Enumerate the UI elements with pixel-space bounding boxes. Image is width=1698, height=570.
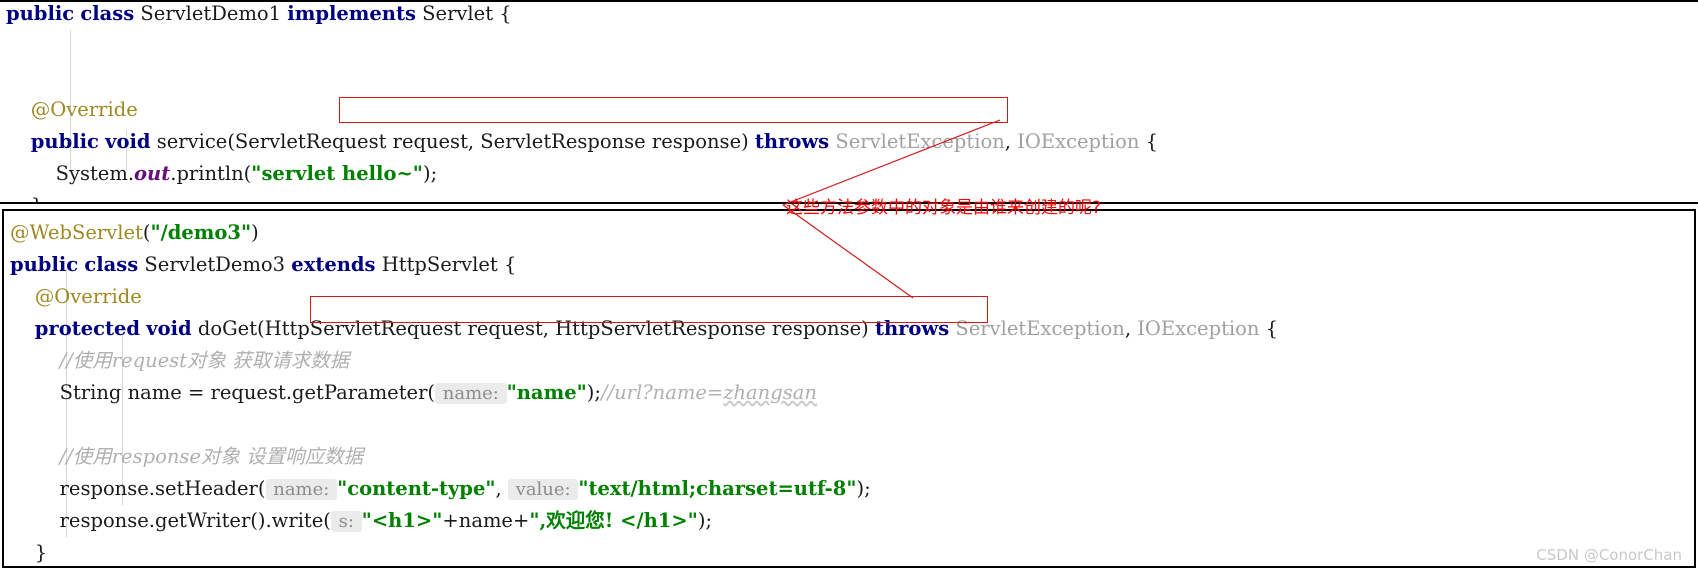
- code-line[interactable]: //使用request对象 获取请求数据: [10, 345, 1694, 377]
- code-token: @Override: [10, 285, 142, 308]
- code-token: ServletDemo3: [138, 253, 292, 276]
- code-token: void: [105, 130, 151, 153]
- code-panel-bottom[interactable]: @WebServlet("/demo3") public class Servle…: [2, 209, 1696, 568]
- code-token: zhangsan: [723, 381, 817, 404]
- code-line[interactable]: String name = request.getParameter( name…: [10, 377, 1694, 409]
- code-line[interactable]: public void service(ServletRequest reque…: [6, 126, 1698, 158]
- code-token: ,: [1124, 317, 1138, 340]
- code-token: "name": [506, 381, 587, 404]
- code-line[interactable]: @WebServlet("/demo3"): [10, 217, 1694, 249]
- code-token: Servlet {: [415, 2, 512, 25]
- code-line[interactable]: protected void doGet(HttpServletRequest …: [10, 313, 1694, 345]
- code-line[interactable]: @Override: [10, 281, 1694, 313]
- code-token: public: [6, 2, 75, 25]
- editor-gutter-bottom: [4, 211, 9, 566]
- code-line[interactable]: System.out.println("servlet hello~");: [6, 158, 1698, 190]
- code-token: class: [80, 2, 135, 25]
- code-line[interactable]: public class ServletDemo3 extends HttpSe…: [10, 249, 1694, 281]
- code-token: out: [134, 162, 171, 185]
- code-token: throws: [874, 317, 950, 340]
- code-token: );: [856, 477, 871, 500]
- code-token: ,: [1004, 130, 1018, 153]
- code-token: //使用request对象 获取请求数据: [10, 349, 350, 372]
- code-token: {: [1259, 317, 1279, 340]
- annotation-question-text: 这些方法参数中的对象是由谁来创建的呢?: [786, 198, 1102, 218]
- code-token: ServletRequest request, ServletResponse …: [234, 130, 742, 153]
- code-token: String name = request.getParameter(: [10, 381, 436, 404]
- code-token: name:: [265, 479, 338, 500]
- code-token: response.getWriter().write(: [10, 509, 331, 532]
- watermark-label: CSDN @ConorChan: [1536, 546, 1682, 564]
- code-token: }: [6, 194, 43, 202]
- code-token: extends: [291, 253, 376, 276]
- code-token: IOException: [1017, 130, 1140, 153]
- code-text-bottom[interactable]: @WebServlet("/demo3") public class Servle…: [10, 217, 1694, 566]
- code-token: }: [10, 541, 48, 564]
- code-token: "servlet hello~": [251, 162, 423, 185]
- code-token: @Override: [6, 98, 138, 121]
- code-token: protected: [34, 317, 141, 340]
- code-token: );: [586, 381, 601, 404]
- code-token: class: [84, 253, 139, 276]
- code-token: {: [1139, 130, 1159, 153]
- code-token: throws: [754, 130, 830, 153]
- code-token: IOException: [1137, 317, 1260, 340]
- code-line[interactable]: @Override: [6, 94, 1698, 126]
- code-token: ServletException: [835, 130, 1005, 153]
- code-token: "content-type": [337, 477, 496, 500]
- code-text-top[interactable]: public class ServletDemo1 implements Ser…: [6, 2, 1698, 202]
- code-token: );: [422, 162, 438, 185]
- code-line[interactable]: //使用response对象 设置响应数据: [10, 441, 1694, 473]
- code-token: ): [741, 130, 755, 153]
- code-token: //使用response对象 设置响应数据: [10, 445, 364, 468]
- code-token: "/demo3": [150, 221, 252, 244]
- code-line[interactable]: [10, 409, 1694, 441]
- code-token: );: [697, 509, 713, 532]
- editor-gutter-top: [0, 2, 5, 202]
- code-token: .println(: [170, 162, 252, 185]
- code-token: ",欢迎您! </h1>": [529, 509, 698, 532]
- code-line[interactable]: [6, 62, 1698, 94]
- code-token: response.setHeader(: [10, 477, 266, 500]
- code-token: ServletException: [955, 317, 1125, 340]
- code-line[interactable]: [6, 30, 1698, 62]
- code-token: ): [251, 221, 259, 244]
- code-line[interactable]: }: [10, 537, 1694, 566]
- code-token: name:: [435, 383, 507, 404]
- code-token: ): [861, 317, 875, 340]
- code-line[interactable]: response.getWriter().write( s: "<h1>"+na…: [10, 505, 1694, 537]
- code-token: HttpServletRequest request, HttpServletR…: [264, 317, 862, 340]
- code-token: @WebServlet: [10, 221, 143, 244]
- code-token: doGet(: [191, 317, 265, 340]
- code-panel-top[interactable]: public class ServletDemo1 implements Ser…: [0, 0, 1698, 204]
- code-token: implements: [287, 2, 416, 25]
- code-token: //url?name=: [600, 381, 724, 404]
- code-token: "text/html;charset=utf-8": [578, 477, 857, 500]
- code-token: HttpServlet {: [375, 253, 517, 276]
- code-token: ,: [495, 477, 508, 500]
- code-token: value:: [507, 479, 579, 500]
- code-token: void: [146, 317, 192, 340]
- code-token: s:: [330, 511, 362, 532]
- code-token: public: [10, 253, 79, 276]
- code-token: public: [30, 130, 99, 153]
- code-line[interactable]: public class ServletDemo1 implements Ser…: [6, 2, 1698, 30]
- code-token: service(: [150, 130, 235, 153]
- code-token: System.: [6, 162, 135, 185]
- code-token: +name+: [442, 509, 530, 532]
- code-token: ServletDemo1: [134, 2, 288, 25]
- code-token: "<h1>": [361, 509, 443, 532]
- code-line[interactable]: response.setHeader( name: "content-type"…: [10, 473, 1694, 505]
